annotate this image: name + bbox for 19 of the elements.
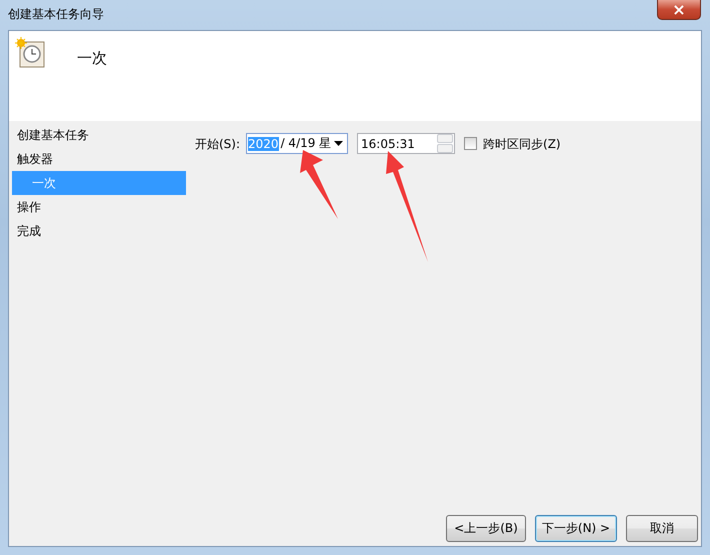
- wizard-button[interactable]: 取消: [626, 515, 698, 542]
- spin-buttons[interactable]: [437, 134, 454, 153]
- close-button[interactable]: ×: [657, 0, 701, 20]
- window-title: 创建基本任务向导: [8, 6, 104, 23]
- sidebar-item[interactable]: 创建基本任务: [12, 123, 186, 147]
- page-heading: 一次: [77, 49, 107, 68]
- annotation-arrow: [300, 150, 338, 219]
- sidebar-item[interactable]: 完成: [12, 219, 186, 243]
- dropdown-arrow-icon[interactable]: [334, 141, 344, 146]
- sidebar-item[interactable]: 触发器: [12, 147, 186, 171]
- date-picker[interactable]: 2020 / 4/19 星: [246, 133, 348, 154]
- wizard-button[interactable]: <上一步(B): [446, 515, 526, 542]
- checkbox-label[interactable]: 跨时区同步(Z): [483, 136, 561, 153]
- wizard-button[interactable]: 下一步(N) >: [535, 515, 617, 542]
- clock-icon: [15, 37, 47, 69]
- start-label: 开始(S):: [195, 136, 240, 153]
- sidebar-item[interactable]: 操作: [12, 195, 186, 219]
- checkbox[interactable]: [464, 137, 478, 150]
- time-field[interactable]: 16:05:31: [357, 133, 456, 154]
